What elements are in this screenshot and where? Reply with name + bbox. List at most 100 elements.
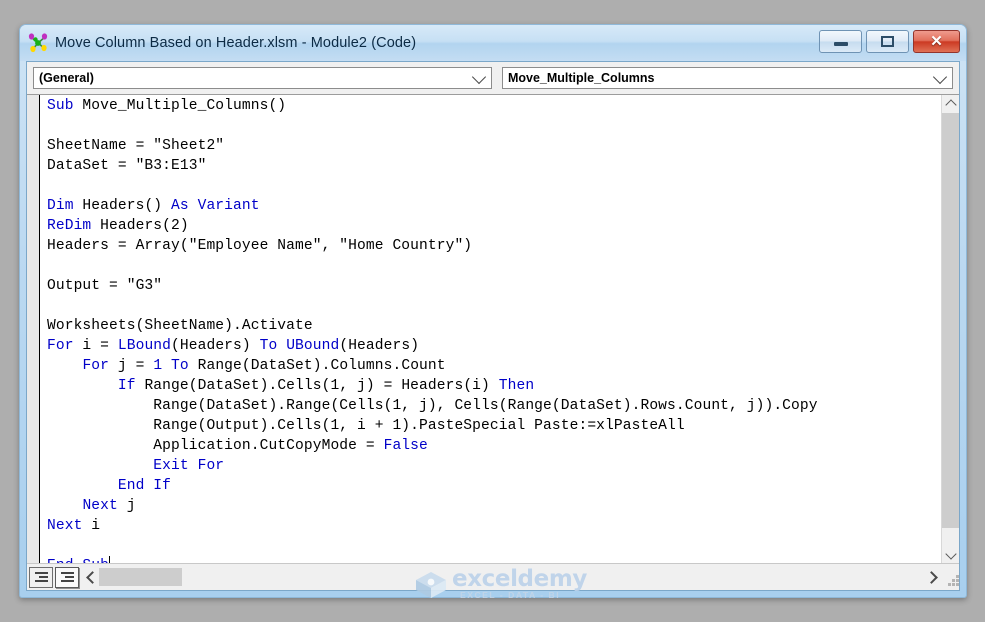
vba-module-icon: [28, 33, 48, 53]
chevron-down-icon: [944, 548, 957, 560]
code-token: (Headers): [171, 338, 260, 354]
object-dropdown-value: (General): [39, 71, 94, 85]
code-token: Headers(2): [91, 218, 189, 234]
window-controls: ✕: [819, 30, 960, 53]
full-module-view-icon: [60, 572, 74, 582]
code-token: j: [117, 498, 136, 514]
object-dropdown[interactable]: (General): [33, 67, 492, 89]
code-pane-bottom-bar: [27, 563, 959, 590]
code-keyword: Sub: [47, 98, 74, 114]
code-keyword: LBound: [117, 338, 172, 354]
procedure-view-button[interactable]: [29, 566, 53, 588]
vertical-scrollbar[interactable]: [941, 95, 959, 564]
code-keyword: 1: [153, 358, 163, 374]
code-token: Headers = Array("Employee Name", "Home C…: [47, 238, 473, 254]
code-token: Range(DataSet).Columns.Count: [188, 358, 446, 374]
code-line: Headers = Array("Employee Name", "Home C…: [47, 236, 937, 256]
code-keyword: False: [383, 438, 428, 454]
code-token: i =: [73, 338, 118, 354]
vertical-scrollbar-thumb[interactable]: [942, 113, 959, 528]
code-keyword: End If: [117, 478, 172, 494]
margin-indicator-bar[interactable]: [27, 95, 40, 564]
title-bar[interactable]: Move Column Based on Header.xlsm - Modul…: [20, 25, 966, 61]
procedure-view-icon: [34, 572, 48, 582]
chevron-down-icon[interactable]: [932, 69, 948, 85]
code-keyword: Next: [82, 498, 118, 514]
code-line: For i = LBound(Headers) To UBound(Header…: [47, 336, 937, 356]
horizontal-scrollbar[interactable]: [83, 566, 959, 588]
code-editor-pane[interactable]: Sub Move_Multiple_Columns() SheetName = …: [27, 94, 959, 590]
code-line: Dim Headers() As Variant: [47, 196, 937, 216]
close-icon: ✕: [930, 33, 943, 50]
code-keyword: To: [259, 338, 278, 354]
window-title: Move Column Based on Header.xlsm - Modul…: [55, 35, 417, 51]
code-token: Range(Output).Cells(1, i + 1).PasteSpeci…: [47, 418, 685, 434]
code-token: DataSet = "B3:E13": [47, 158, 207, 174]
code-line: If Range(DataSet).Cells(1, j) = Headers(…: [47, 376, 937, 396]
procedure-dropdown-value: Move_Multiple_Columns: [507, 71, 655, 85]
full-module-view-button[interactable]: [55, 566, 79, 588]
scroll-left-button[interactable]: [83, 566, 99, 588]
code-line: Next j: [47, 496, 937, 516]
procedure-dropdown[interactable]: Move_Multiple_Columns: [501, 67, 953, 89]
scroll-right-button[interactable]: [925, 566, 941, 588]
code-keyword: Next: [47, 518, 83, 534]
code-line: Output = "G3": [47, 276, 937, 296]
minimize-icon: [833, 42, 848, 46]
code-keyword: Exit For: [153, 458, 225, 474]
code-text[interactable]: Sub Move_Multiple_Columns() SheetName = …: [47, 96, 937, 564]
code-keyword: To: [171, 358, 189, 374]
code-token: SheetName = "Sheet2": [47, 138, 225, 154]
code-token: Output = "G3": [47, 278, 163, 294]
client-area: (General) Move_Multiple_Columns Sub Move…: [26, 61, 960, 591]
code-line: SheetName = "Sheet2": [47, 136, 937, 156]
code-token: Worksheets(SheetName).Activate: [47, 318, 313, 334]
code-line: Worksheets(SheetName).Activate: [47, 316, 937, 336]
code-keyword: Then: [498, 378, 535, 394]
code-token: Range(DataSet).Range(Cells(1, j), Cells(…: [47, 398, 818, 414]
vba-editor-window: Move Column Based on Header.xlsm - Modul…: [19, 24, 967, 598]
resize-grip-icon[interactable]: [941, 566, 959, 588]
code-keyword: For: [47, 338, 74, 354]
code-keyword: As Variant: [171, 198, 260, 214]
code-token: Application.CutCopyMode =: [47, 438, 384, 454]
code-token: Range(DataSet).Cells(1, j) = Headers(i): [135, 378, 499, 394]
code-line: Application.CutCopyMode = False: [47, 436, 937, 456]
chevron-left-icon: [86, 570, 99, 584]
scroll-down-button[interactable]: [942, 547, 959, 564]
scroll-up-button[interactable]: [942, 95, 959, 112]
code-token: (Headers): [339, 338, 420, 354]
close-button[interactable]: ✕: [913, 30, 960, 53]
code-token: i: [82, 518, 101, 534]
chevron-down-icon[interactable]: [471, 69, 487, 85]
maximize-icon: [881, 36, 894, 47]
chevron-right-icon: [925, 570, 938, 584]
code-line: DataSet = "B3:E13": [47, 156, 937, 176]
maximize-button[interactable]: [866, 30, 909, 53]
code-line: Next i: [47, 516, 937, 536]
code-line: Exit For: [47, 456, 937, 476]
code-keyword: If: [117, 378, 136, 394]
code-token: Headers(): [73, 198, 172, 214]
code-line: For j = 1 To Range(DataSet).Columns.Coun…: [47, 356, 937, 376]
code-line: Sub Move_Multiple_Columns(): [47, 96, 937, 116]
horizontal-scrollbar-track[interactable]: [99, 566, 925, 588]
horizontal-scrollbar-thumb[interactable]: [99, 568, 182, 586]
code-line: End If: [47, 476, 937, 496]
code-keyword: For: [82, 358, 110, 374]
code-token: j =: [109, 358, 154, 374]
chevron-up-icon: [944, 99, 957, 111]
minimize-button[interactable]: [819, 30, 862, 53]
code-pane-toolbar: (General) Move_Multiple_Columns: [27, 62, 959, 94]
